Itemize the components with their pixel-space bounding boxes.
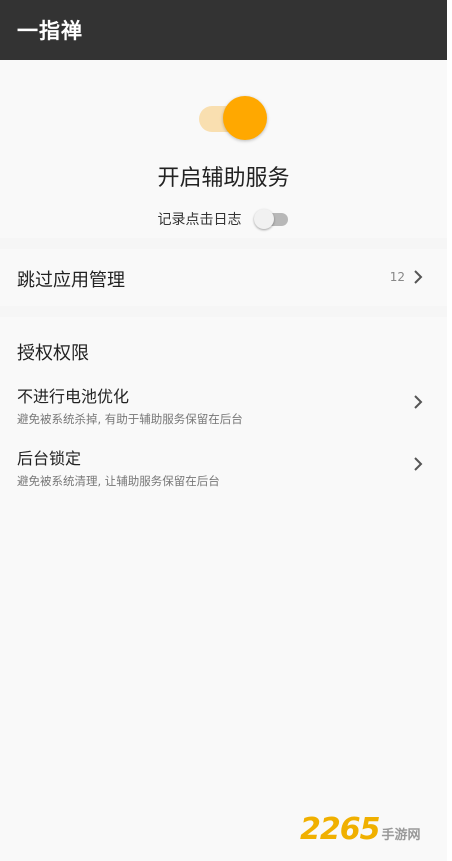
battery-optimization-subtitle: 避免被系统杀掉, 有助于辅助服务保留在后台 [17, 412, 243, 426]
right-edge [447, 0, 452, 861]
permissions-card: 授权权限 不进行电池优化 避免被系统杀掉, 有助于辅助服务保留在后台 后台锁定 … [0, 317, 447, 861]
skip-apps-count: 12 [389, 270, 405, 284]
watermark-number: 2265 [300, 812, 380, 847]
app-bar: 一指禅 [0, 0, 447, 60]
app-title: 一指禅 [17, 19, 83, 43]
log-label: 记录点击日志 [157, 212, 242, 228]
chevron-right-icon [413, 270, 423, 284]
permissions-section-title: 授权权限 [17, 343, 89, 364]
service-label: 开启辅助服务 [157, 166, 290, 191]
battery-optimization-item[interactable]: 不进行电池优化 避免被系统杀掉, 有助于辅助服务保留在后台 [0, 383, 447, 433]
log-toggle-thumb [253, 209, 274, 229]
skip-apps-row[interactable]: 跳过应用管理 12 [0, 249, 447, 306]
battery-optimization-title: 不进行电池优化 [17, 387, 130, 406]
log-toggle[interactable] [253, 208, 290, 230]
chevron-right-icon [413, 457, 423, 471]
watermark-suffix: 手游网 [381, 828, 421, 843]
background-lock-subtitle: 避免被系统清理, 让辅助服务保留在后台 [17, 474, 220, 488]
watermark-logo: 2265 手游网 [300, 812, 421, 847]
service-toggle[interactable] [199, 96, 269, 142]
log-row: 记录点击日志 [0, 207, 447, 231]
service-toggle-thumb [223, 96, 267, 140]
background-lock-item[interactable]: 后台锁定 避免被系统清理, 让辅助服务保留在后台 [0, 445, 447, 495]
chevron-right-icon [413, 395, 423, 409]
background-lock-title: 后台锁定 [17, 449, 82, 468]
skip-apps-label: 跳过应用管理 [17, 270, 125, 291]
